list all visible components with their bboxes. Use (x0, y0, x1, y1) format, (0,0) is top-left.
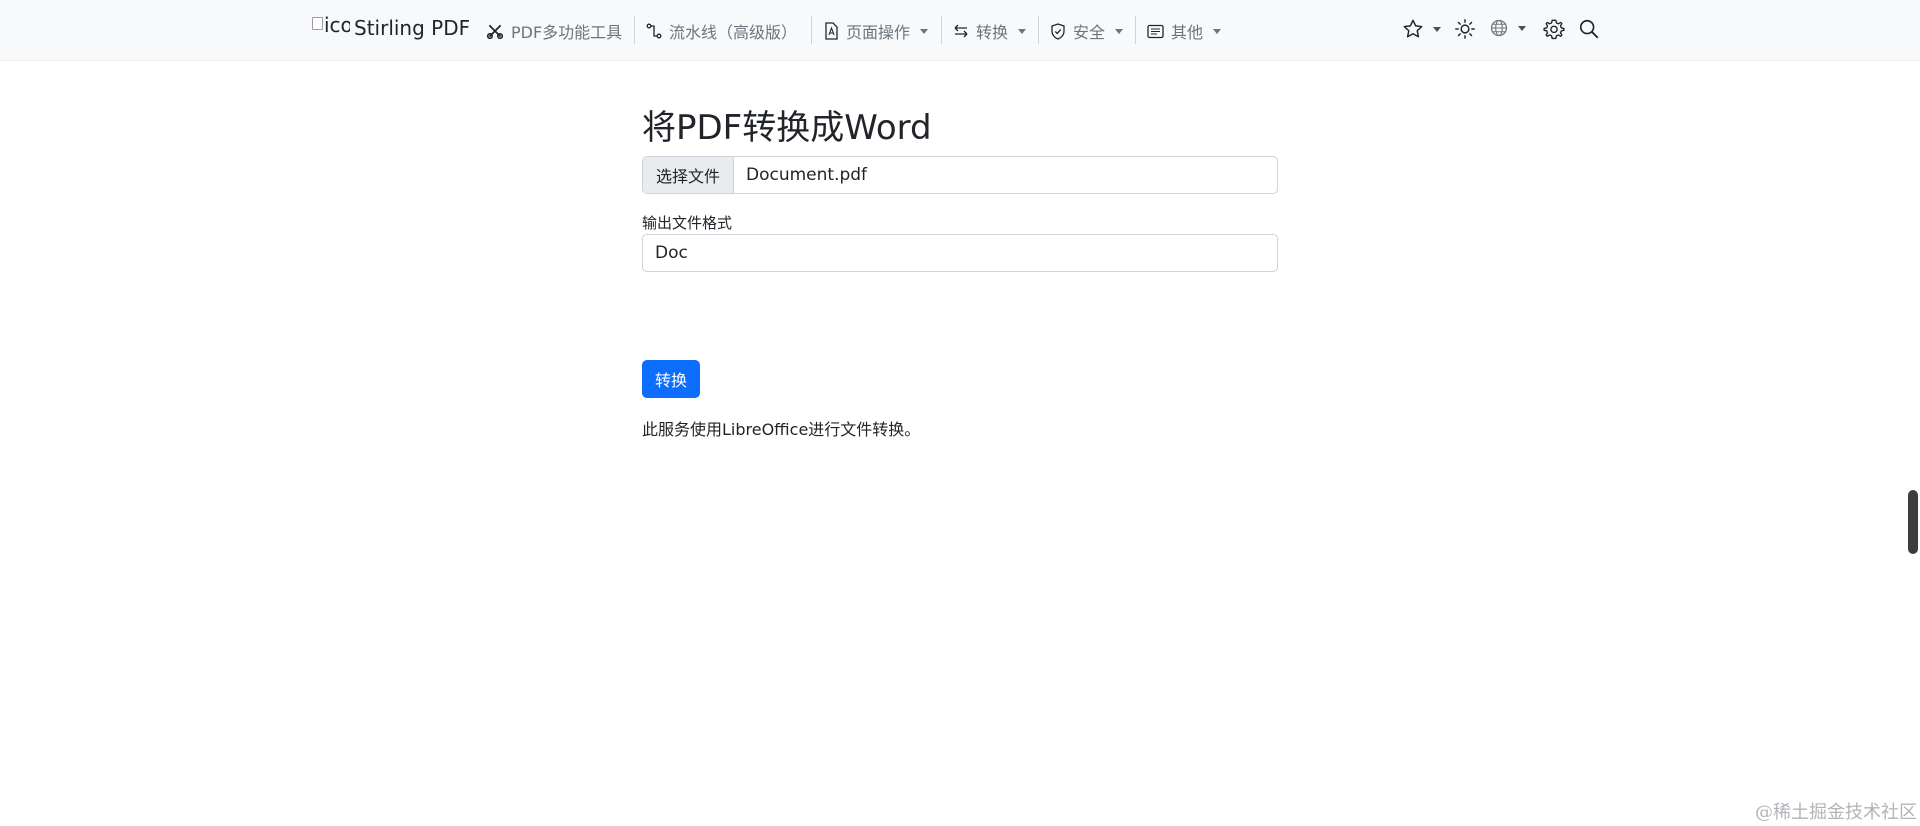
nav-item-label: 安全 (1073, 23, 1106, 42)
scrollbar-thumb[interactable] (1908, 490, 1918, 554)
nav-divider (634, 16, 635, 44)
theme-toggle[interactable] (1454, 18, 1476, 40)
settings-button[interactable] (1543, 18, 1565, 40)
nav-item-convert[interactable]: 转换 (953, 12, 1027, 50)
shield-icon (1051, 22, 1065, 40)
pipeline-icon (646, 23, 662, 39)
service-note: 此服务使用LibreOffice进行文件转换。 (642, 420, 921, 439)
nav-divider (811, 16, 812, 44)
output-format-value: Doc (655, 243, 688, 263)
chevron-down-icon (1213, 28, 1222, 34)
nav-item-other[interactable]: 其他 (1147, 12, 1222, 50)
star-icon (1403, 19, 1423, 38)
output-format-label: 输出文件格式 (642, 214, 733, 232)
globe-icon (1490, 19, 1508, 37)
arrows-swap-icon (954, 24, 968, 38)
nav-item-pipeline[interactable]: 流水线（高级版） (646, 12, 797, 50)
logo-alt-text: ico (324, 14, 350, 37)
watermark: @稀土掘金技术社区 (1755, 802, 1917, 823)
choose-file-button[interactable]: 选择文件 (643, 157, 734, 193)
nav-item-label: PDF多功能工具 (511, 23, 623, 42)
nav-item-label: 页面操作 (846, 23, 911, 42)
top-navbar: ico Stirling PDF PDF多功能工具 流水线（高级版） 页面操作 (0, 0, 1920, 61)
nav-item-label: 其他 (1171, 23, 1204, 42)
card-list-icon (1147, 24, 1164, 38)
broken-image-icon (312, 17, 323, 30)
output-format-select[interactable]: Doc (642, 234, 1278, 272)
chevron-down-icon (1433, 26, 1441, 32)
gear-icon (1543, 19, 1565, 40)
nav-divider (941, 16, 942, 44)
sun-icon (1455, 19, 1475, 39)
chevron-down-icon (1115, 28, 1124, 34)
nav-item-label: 转换 (976, 23, 1009, 42)
search-icon (1579, 19, 1599, 39)
chevron-down-icon (920, 28, 929, 34)
search-button[interactable] (1578, 18, 1600, 40)
favorites-dropdown[interactable] (1402, 18, 1441, 40)
nav-item-label: 流水线（高级版） (669, 23, 798, 42)
nav-divider (1038, 16, 1039, 44)
nav-item-page-ops[interactable]: 页面操作 (823, 12, 929, 50)
pdf-file-icon (825, 22, 838, 40)
nav-item-multi-tool[interactable]: PDF多功能工具 (486, 12, 622, 50)
nav-item-security[interactable]: 安全 (1050, 12, 1124, 50)
nav-divider (1135, 16, 1136, 44)
chevron-down-icon (1018, 28, 1027, 34)
app-title: Stirling PDF (354, 16, 471, 40)
chevron-down-icon (1518, 25, 1526, 31)
brand-link[interactable]: ico Stirling PDF (312, 12, 470, 44)
language-dropdown[interactable] (1489, 18, 1526, 38)
page-title: 将PDF转换成Word (642, 108, 932, 148)
file-input-group[interactable]: 选择文件 Document.pdf (642, 156, 1278, 194)
selected-file-name: Document.pdf (746, 165, 868, 185)
scissors-wrench-icon (486, 24, 504, 40)
convert-button[interactable]: 转换 (642, 360, 700, 398)
logo-image: ico (312, 14, 350, 42)
